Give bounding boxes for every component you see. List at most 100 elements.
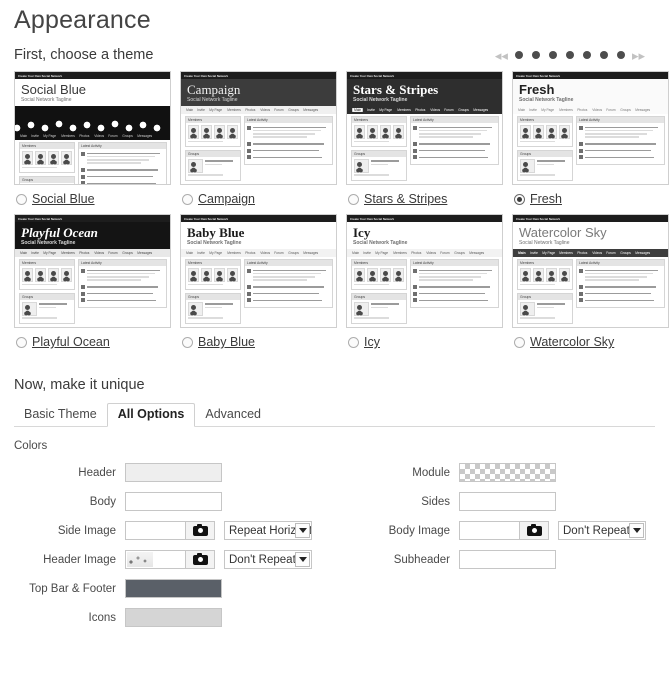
theme-option[interactable]: Watercolor Sky [512,328,669,349]
thumbnail-left-column: Members Groups [19,259,75,327]
theme-name-label[interactable]: Social Blue [32,192,95,206]
thumbnail-body: Members Groups Latest Activity [181,257,336,327]
thumbnail-topbar-text: Create Your Own Social Network [516,216,561,221]
pager-dot[interactable] [548,51,557,59]
thumbnail-nav: Main Invite My Page Members Photos Videos Foru… [181,249,336,257]
pager-dot[interactable] [582,51,591,59]
image-preview-header-image[interactable] [125,550,185,569]
theme-option[interactable]: Stars & Stripes [346,185,505,206]
theme-option[interactable]: Fresh [512,185,669,206]
theme-option[interactable]: Baby Blue [180,328,339,349]
pager-dot[interactable] [531,51,540,59]
camera-icon [526,523,542,536]
tab-all-options[interactable]: All Options [106,403,196,427]
theme-option[interactable]: Social Blue [14,185,173,206]
image-preview-body-image[interactable] [459,521,519,540]
tab-basic-theme[interactable]: Basic Theme [14,404,107,426]
theme-name-label[interactable]: Playful Ocean [32,335,110,349]
theme-name-label[interactable]: Campaign [198,192,255,206]
theme-name-label[interactable]: Stars & Stripes [364,192,447,206]
image-preview-side-image[interactable] [125,521,185,540]
theme-thumbnail[interactable]: Create Your Own Social Network Social Blu… [14,71,171,185]
thumbnail-nav-item: Messages [473,108,488,112]
pager-dots[interactable] [514,51,625,59]
tab-advanced[interactable]: Advanced [195,404,271,426]
pager-next-icon[interactable]: ▸▸ [632,49,645,62]
color-swatch-top-bar-footer[interactable] [125,579,222,598]
chevron-down-icon[interactable] [295,523,310,538]
theme-thumbnail[interactable]: Create Your Own Social Network Playful Oc… [14,214,171,328]
theme-thumbnail[interactable]: Create Your Own Social Network Campaign So… [180,71,337,185]
pager-dot[interactable] [599,51,608,59]
theme-name-label[interactable]: Watercolor Sky [530,335,614,349]
theme-radio-watercolor-sky[interactable] [514,336,525,348]
thumbnail-nav-item: Photos [245,108,256,112]
color-swatch-icons[interactable] [125,608,222,627]
pager-dot[interactable] [514,51,523,59]
avatar [61,268,72,282]
thumbnail-members-panel: Members [19,259,75,290]
feed-bullet-icon [81,167,85,172]
theme-radio-fresh[interactable] [514,193,525,205]
avatar [201,125,212,139]
theme-option[interactable]: Playful Ocean [14,328,173,349]
theme-name-label[interactable]: Fresh [530,192,562,206]
theme-thumbnail[interactable]: Create Your Own Social Network Fresh Socia… [512,71,669,185]
group-avatar [22,301,37,316]
thumbnail-nav-item: Members [227,251,241,255]
avatar [546,268,557,282]
field-label-body: Body [89,495,116,508]
thumbnail-feed-item [579,291,662,296]
thumbnail-members-panel: Members [185,116,241,147]
theme-option[interactable]: Icy [346,328,505,349]
chevron-down-icon[interactable] [629,523,644,538]
avatar [35,268,46,282]
theme-radio-icy[interactable] [348,336,359,348]
thumbnail-feed-item [81,174,164,179]
upload-button-side-image[interactable] [185,521,215,540]
repeat-select-body-image[interactable]: Don't Repeat [558,521,646,540]
pager-dot[interactable] [616,51,625,59]
chevron-down-icon[interactable] [295,552,310,567]
theme-name-label[interactable]: Icy [364,335,380,349]
theme-radio-social-blue[interactable] [16,193,27,205]
theme-option[interactable]: Campaign [180,185,339,206]
theme-thumbnail[interactable]: Create Your Own Social Network Baby Blue S… [180,214,337,328]
thumbnail-nav: Main Invite My Page Members Photos Videos Foru… [15,132,170,140]
thumbnail-nav: Main Invite My Page Members Photos Videos Foru… [513,106,668,114]
avatar [214,125,225,139]
thumbnail-feed-item [247,155,330,160]
feed-bullet-icon [247,125,251,130]
repeat-select-header-image[interactable]: Don't Repeat [224,550,312,569]
color-swatch-body[interactable] [125,492,222,511]
thumbnail-nav-item: My Page [541,108,555,112]
theme-thumbnail[interactable]: Create Your Own Social Network Icy Social … [346,214,503,328]
theme-radio-stars-stripes[interactable] [348,193,359,205]
pager-prev-icon[interactable]: ◂◂ [495,49,508,62]
upload-button-header-image[interactable] [185,550,215,569]
thumbnail-tagline: Social Network Tagline [519,240,570,246]
thumbnail-topbar-text: Create Your Own Social Network [184,73,229,78]
theme-radio-playful-ocean[interactable] [16,336,27,348]
thumbnail-right-column: Latest Activity [576,116,665,184]
theme-thumbnail[interactable]: Create Your Own Social Network Stars & St… [346,71,503,185]
theme-radio-campaign[interactable] [182,193,193,205]
color-swatch-module[interactable] [459,463,556,482]
thumbnail-nav-item: Videos [93,251,104,255]
theme-pager[interactable]: ◂◂ ▸▸ [495,49,655,62]
pager-dot[interactable] [565,51,574,59]
theme-radio-baby-blue[interactable] [182,336,193,348]
repeat-select-side-image[interactable]: Repeat Horizontally [224,521,312,540]
upload-button-body-image[interactable] [519,521,549,540]
theme-thumbnail[interactable]: Create Your Own Social Network Watercolor… [512,214,669,328]
thumbnail-body: Members Groups Latest Activity [513,114,668,184]
thumbnail-nav-item: Groups [121,134,133,138]
thumbnail-right-column: Latest Activity [244,259,333,327]
color-swatch-subheader[interactable] [459,550,556,569]
theme-name-label[interactable]: Baby Blue [198,335,255,349]
thumbnail-nav-item: Messages [635,108,650,112]
color-swatch-header[interactable] [125,463,222,482]
thumbnail-nav-item: Invite [197,108,206,112]
thumbnail-nav-item: Photos [411,251,422,255]
color-swatch-sides[interactable] [459,492,556,511]
